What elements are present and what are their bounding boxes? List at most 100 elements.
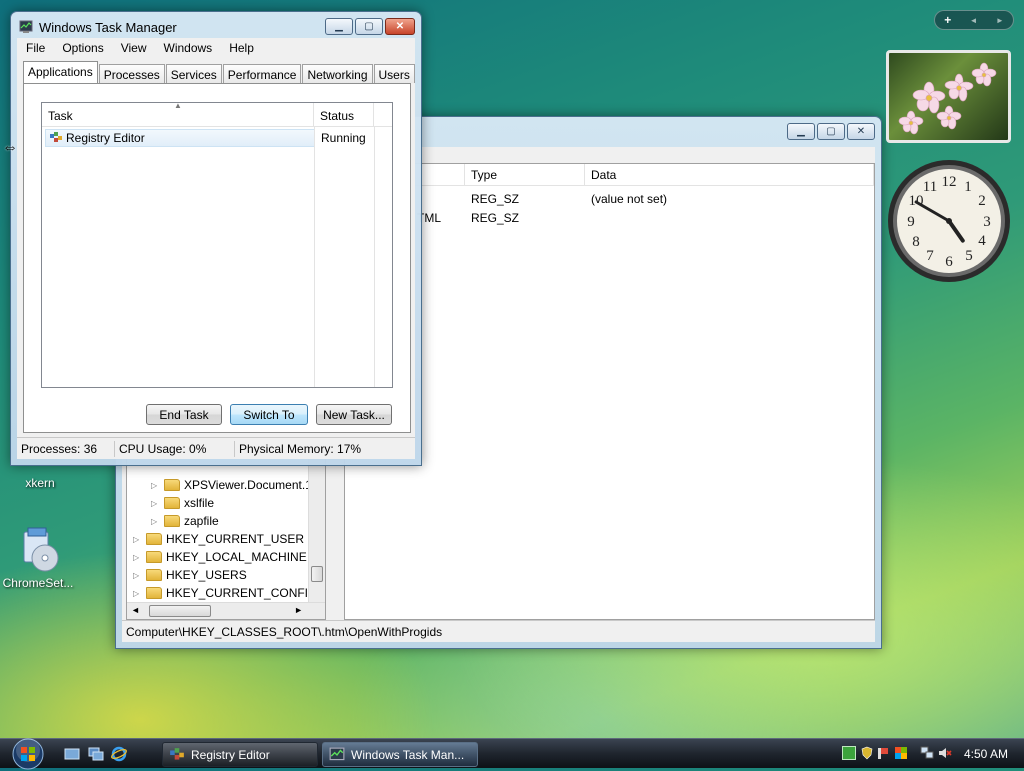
- tree-item[interactable]: ▷ HKEY_USERS: [133, 566, 247, 584]
- taskbar-button-registry-editor[interactable]: Registry Editor: [162, 742, 318, 767]
- value-type: REG_SZ: [471, 191, 520, 206]
- tree-item-label: HKEY_USERS: [166, 568, 247, 582]
- folder-icon: [146, 569, 162, 581]
- close-icon: ✕: [395, 21, 405, 32]
- task-manager-window[interactable]: Windows Task Manager ▁ ▢ ✕ File Options …: [10, 11, 422, 466]
- expand-arrow-icon[interactable]: ▷: [151, 517, 161, 526]
- expand-arrow-icon[interactable]: ▷: [133, 589, 143, 598]
- svg-text:12: 12: [942, 174, 957, 190]
- registry-path: Computer\HKEY_CLASSES_ROOT\.htm\OpenWith…: [126, 625, 443, 639]
- expand-arrow-icon[interactable]: ▷: [133, 571, 143, 580]
- volume-muted-icon[interactable]: [938, 746, 952, 760]
- value-type: REG_SZ: [471, 210, 520, 225]
- tree-item[interactable]: ▷ zapfile: [151, 512, 219, 530]
- tree-item[interactable]: ▷ HKEY_CURRENT_CONFIG: [133, 584, 317, 602]
- expand-arrow-icon[interactable]: ▷: [133, 553, 143, 562]
- tree-item[interactable]: ▷ HKEY_LOCAL_MACHINE: [133, 548, 307, 566]
- security-shield-icon[interactable]: [860, 746, 874, 760]
- expand-arrow-icon[interactable]: ▷: [151, 481, 161, 490]
- folder-icon: [164, 515, 180, 527]
- new-task-button[interactable]: New Task...: [316, 404, 392, 425]
- minimize-button[interactable]: ▁: [787, 123, 815, 140]
- task-row[interactable]: Registry Editor Running: [42, 129, 392, 147]
- task-list-header: ▲ Task Status: [42, 101, 392, 127]
- switch-to-button[interactable]: Switch To: [230, 404, 308, 425]
- task-manager-icon: [19, 20, 33, 33]
- expand-arrow-icon[interactable]: ▷: [133, 535, 143, 544]
- column-header-data[interactable]: Data: [585, 164, 874, 185]
- status-memory: Physical Memory: 17%: [239, 441, 362, 456]
- show-desktop-icon[interactable]: [64, 746, 80, 762]
- taskbar-button-label: Registry Editor: [191, 747, 270, 762]
- task-manager-status-bar: Processes: 36 CPU Usage: 0% Physical Mem…: [17, 437, 415, 459]
- value-row[interactable]: TML REG_SZ: [345, 208, 874, 227]
- task-cell: Registry Editor: [45, 129, 315, 147]
- start-button[interactable]: [8, 735, 48, 771]
- network-icon[interactable]: [920, 746, 934, 760]
- maximize-button[interactable]: ▢: [817, 123, 845, 140]
- tree-horizontal-scrollbar[interactable]: ◄ ►: [127, 602, 325, 619]
- maximize-button[interactable]: ▢: [355, 18, 383, 35]
- task-manager-client: File Options View Windows Help Applicati…: [17, 38, 415, 459]
- task-list[interactable]: ▲ Task Status Registry Editor Running: [41, 101, 393, 388]
- scrollbar-thumb[interactable]: [149, 605, 211, 617]
- menu-windows[interactable]: Windows: [155, 41, 221, 55]
- notification-flag-icon[interactable]: [876, 746, 890, 760]
- applications-tab-panel: ▲ Task Status Registry Editor Running En…: [23, 83, 411, 433]
- menu-options[interactable]: Options: [53, 41, 111, 55]
- end-task-button[interactable]: End Task: [146, 404, 222, 425]
- slideshow-gadget[interactable]: [886, 50, 1011, 143]
- tab-applications[interactable]: Applications: [23, 61, 98, 83]
- tree-item-label: zapfile: [184, 514, 219, 528]
- column-header-type[interactable]: Type: [465, 164, 585, 185]
- tab-users[interactable]: Users: [373, 64, 415, 83]
- scroll-left-arrow-icon[interactable]: ◄: [131, 605, 140, 615]
- internet-explorer-icon[interactable]: [111, 746, 127, 762]
- menu-view[interactable]: View: [112, 41, 155, 55]
- sort-arrow-icon: ▲: [174, 101, 182, 110]
- analog-clock-icon: 12123 4567 891011: [888, 160, 1010, 282]
- column-header-task-label: Task: [48, 109, 73, 123]
- next-gadget-button[interactable]: ►: [996, 16, 1004, 25]
- tree-item[interactable]: ▷ XPSViewer.Document.1: [151, 476, 312, 494]
- minimize-button[interactable]: ▁: [325, 18, 353, 35]
- close-button[interactable]: ✕: [847, 123, 875, 140]
- tab-performance[interactable]: Performance: [222, 64, 302, 83]
- menu-help[interactable]: Help: [220, 41, 262, 55]
- desktop-icon-label: xkern: [25, 476, 55, 490]
- svg-text:8: 8: [912, 234, 920, 250]
- folder-icon: [146, 551, 162, 563]
- tab-networking[interactable]: Networking: [302, 64, 373, 83]
- svg-text:11: 11: [923, 179, 937, 195]
- menu-file[interactable]: File: [17, 41, 53, 55]
- switch-windows-icon[interactable]: [88, 746, 104, 762]
- desktop-icon-chromesetup[interactable]: ChromeSet...: [0, 526, 76, 590]
- folder-icon: [146, 533, 162, 545]
- column-header-status[interactable]: Status: [314, 103, 374, 126]
- windows-update-icon[interactable]: [894, 746, 908, 760]
- task-name: Registry Editor: [66, 131, 145, 145]
- add-gadget-button[interactable]: +: [944, 13, 951, 27]
- column-header-task[interactable]: ▲ Task: [42, 101, 314, 126]
- tree-item[interactable]: ▷ HKEY_CURRENT_USER: [133, 530, 304, 548]
- battery-icon[interactable]: [842, 746, 856, 760]
- close-button[interactable]: ✕: [385, 18, 415, 35]
- taskbar-button-task-manager[interactable]: Windows Task Man...: [322, 742, 478, 767]
- minimize-icon: ▁: [335, 21, 343, 32]
- expand-arrow-icon[interactable]: ▷: [151, 499, 161, 508]
- taskbar-clock[interactable]: 4:50 AM: [964, 747, 1008, 761]
- tree-item[interactable]: ▷ xslfile: [151, 494, 214, 512]
- scrollbar-thumb[interactable]: [311, 566, 323, 582]
- clock-gadget[interactable]: 12123 4567 891011: [886, 158, 1012, 284]
- folder-icon: [164, 479, 180, 491]
- tab-processes[interactable]: Processes: [98, 64, 165, 83]
- value-row[interactable]: REG_SZ (value not set): [345, 189, 874, 208]
- previous-gadget-button[interactable]: ◄: [970, 16, 978, 25]
- tab-services[interactable]: Services: [165, 64, 222, 83]
- installer-cd-icon: [23, 527, 59, 572]
- registry-values-pane[interactable]: Type Data REG_SZ (value not set) TML REG…: [344, 163, 875, 620]
- task-list-column-divider: [374, 127, 375, 387]
- scroll-right-arrow-icon[interactable]: ►: [294, 605, 303, 615]
- tree-item-label: XPSViewer.Document.1: [184, 478, 312, 492]
- close-icon: ✕: [856, 126, 866, 137]
